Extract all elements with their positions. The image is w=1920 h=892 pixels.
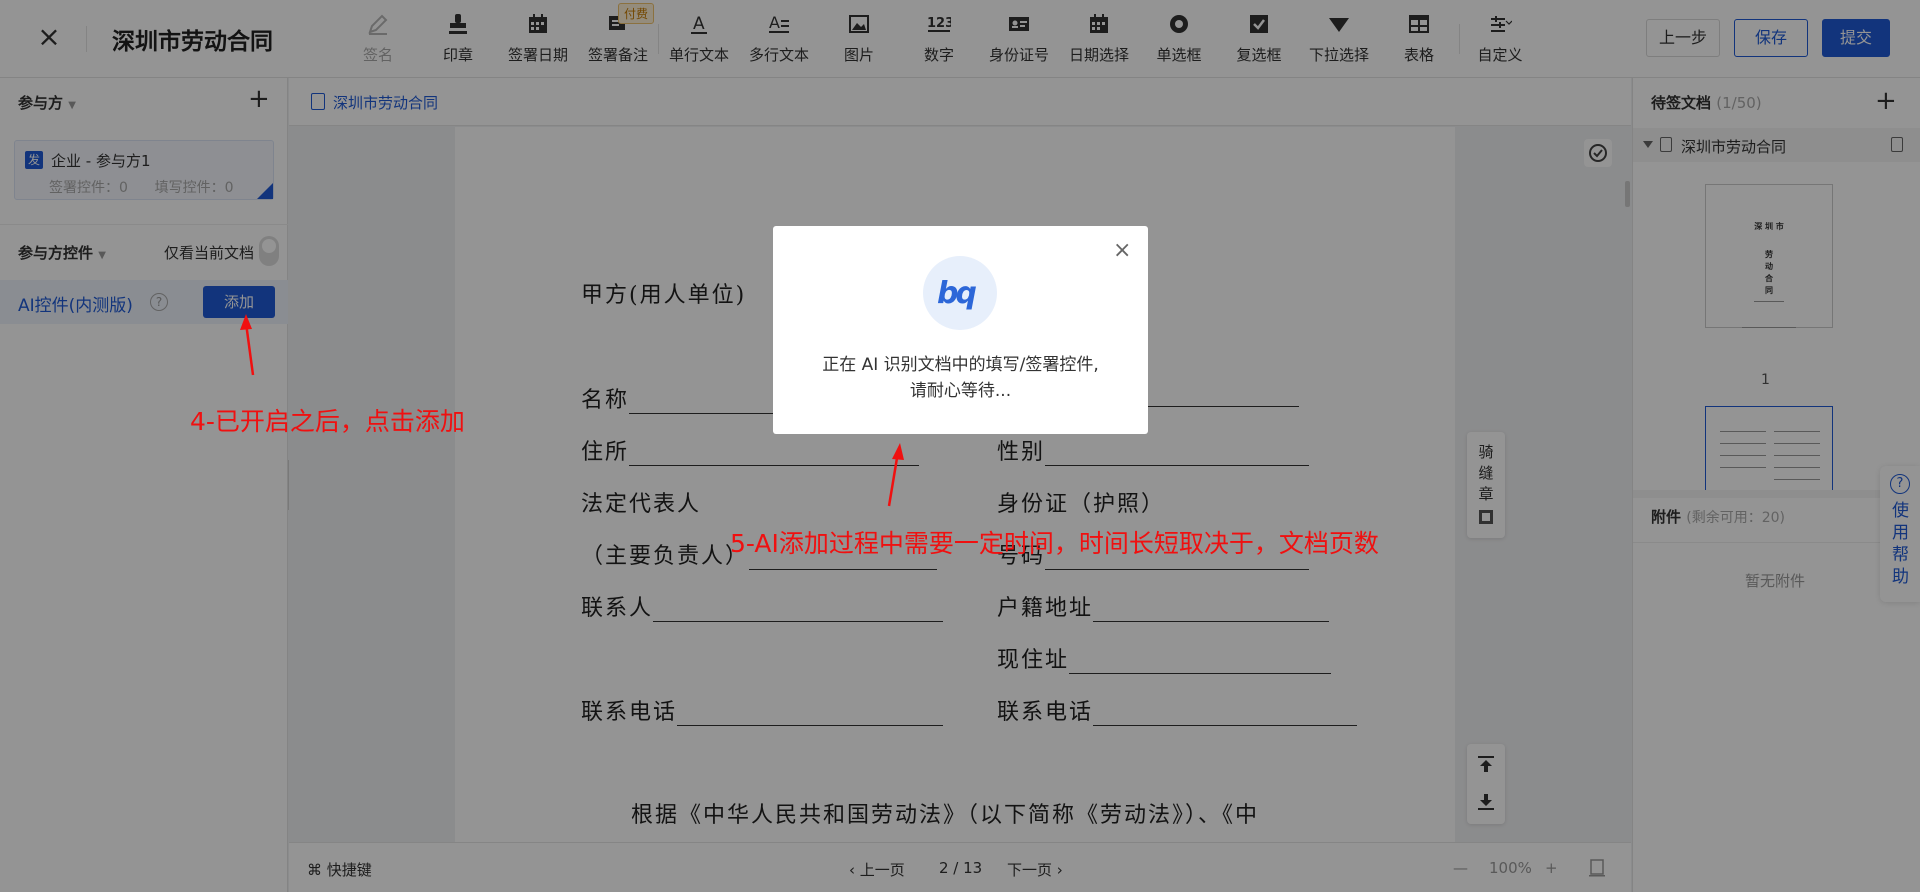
annotation-step-4: 4-已开启之后，点击添加 bbox=[190, 407, 465, 436]
annotation-step-5: 5-AI添加过程中需要一定时间，时间长短取决于，文档页数 bbox=[730, 529, 1379, 558]
annotation-arrow bbox=[240, 314, 904, 507]
